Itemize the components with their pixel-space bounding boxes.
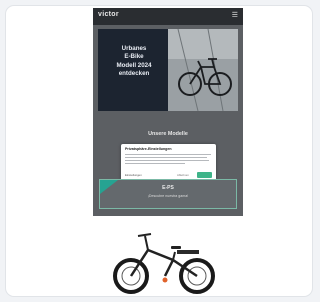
hero-bike-photo bbox=[168, 29, 238, 111]
cookie-modal-text-line bbox=[125, 157, 207, 159]
cookie-modal-text-line bbox=[125, 160, 209, 162]
site-header: victor ☰ bbox=[93, 8, 243, 25]
cookie-modal-text-line bbox=[125, 154, 211, 156]
promo-subtitle: ¡Descubre nuestra gama! bbox=[147, 194, 189, 198]
cookie-modal-text-line bbox=[125, 163, 185, 165]
product-image[interactable] bbox=[93, 216, 243, 296]
cookie-decline-link[interactable]: Ablehnen bbox=[177, 173, 189, 177]
cookie-modal-title: Privatsphäre-Einstellungen bbox=[125, 147, 172, 151]
site-logo[interactable]: victor bbox=[98, 11, 119, 18]
section-title: Unsere Modelle bbox=[148, 131, 188, 137]
hero-banner: Urbanes E-Bike Modell 2024 entdecken bbox=[98, 29, 238, 111]
mobile-page-screenshot: victor ☰ Urbanes E-Bike Modell 2024 entd… bbox=[93, 8, 243, 296]
hamburger-icon[interactable]: ☰ bbox=[232, 11, 238, 19]
promo-banner[interactable]: E-PS ¡Descubre nuestra gama! bbox=[99, 179, 237, 209]
cookie-accept-button[interactable] bbox=[197, 172, 212, 178]
promo-title: E-PS bbox=[162, 185, 174, 191]
cookie-consent-modal: Privatsphäre-Einstellungen Einstellungen… bbox=[121, 144, 216, 181]
preview-card: victor ☰ Urbanes E-Bike Modell 2024 entd… bbox=[5, 5, 313, 297]
cookie-settings-link[interactable]: Einstellungen bbox=[125, 173, 142, 177]
hero-headline: Urbanes E-Bike Modell 2024 entdecken bbox=[116, 45, 152, 78]
